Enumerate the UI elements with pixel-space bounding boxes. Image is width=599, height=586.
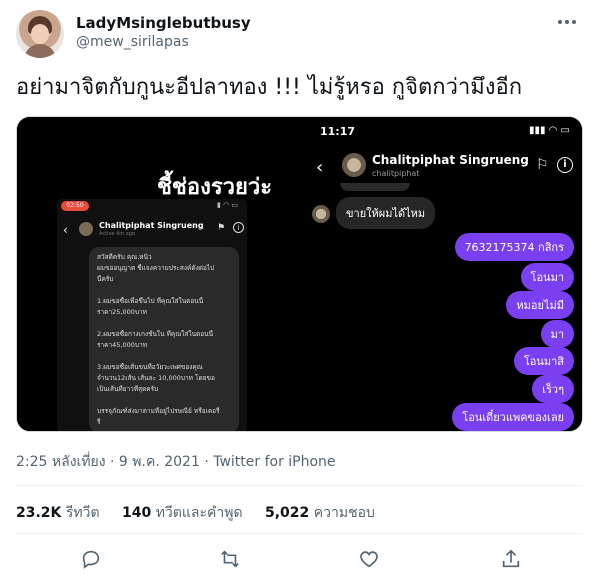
contact-avatar	[342, 153, 366, 177]
divider	[16, 485, 583, 486]
message-line: 3.ผมขอซื้อเส้นขนที่อวัยวะเพศของคุณ	[97, 363, 203, 371]
user-avatar[interactable]	[16, 10, 64, 58]
flag-icon: ⚐	[536, 157, 549, 173]
cutoff-message-bubble	[340, 183, 410, 191]
contact-name: Chalitpiphat Singrueng	[99, 221, 204, 230]
contact-status: Active 4m ago	[99, 231, 135, 237]
display-name[interactable]: LadyMsinglebutbusy	[76, 14, 251, 32]
tweet-header: LadyMsinglebutbusy @mew_sirilapas	[16, 10, 583, 58]
tweet-media[interactable]: ชี้ช่องรวยว่ะ 02:50 ▮ ◠ ▭ ‹ Chalitpiphat…	[16, 116, 583, 432]
message-line: 2.ผมขอซื้อกางเกงชั้นใน ที่คุณใส่ในตอนนี้	[97, 330, 214, 338]
sent-message: โอนมาสิ	[513, 347, 574, 375]
retweet-icon[interactable]	[218, 548, 242, 572]
likes-stat[interactable]: 5,022 ความชอบ	[265, 505, 375, 521]
received-avatar	[312, 205, 330, 223]
quotes-count: 140	[122, 505, 152, 521]
status-time: 11:17	[320, 125, 356, 138]
tweet-stats: 23.2K รีทวีต 140 ทวีตและคำพูด 5,022 ความ…	[16, 502, 393, 524]
contact-name: Chalitpiphat Singrueng	[372, 153, 529, 167]
sent-message: มา	[540, 320, 574, 348]
user-handle[interactable]: @mew_sirilapas	[76, 34, 189, 50]
message-line: ราคา25,000บาท	[97, 308, 147, 316]
inner-status-icons: ▮ ◠ ▭	[217, 201, 239, 209]
message-line	[97, 396, 231, 405]
divider	[16, 533, 583, 534]
heart-icon[interactable]	[358, 548, 382, 572]
contact-avatar	[79, 222, 93, 236]
tweet-actions	[16, 546, 583, 574]
share-icon[interactable]	[500, 548, 524, 572]
media-image-right[interactable]: 11:17 ▮▮▮ ◠ ▭ ‹ Chalitpiphat Singrueng c…	[302, 117, 582, 431]
message-line: ผมขออนุญาต ชี้แจงความประสงค์ดังต่อไป	[97, 264, 215, 272]
message-line: นี้ครับ	[97, 275, 114, 283]
reply-icon[interactable]	[80, 548, 104, 572]
message-line: 1.ผมขอซื้อเพื่อขึ้นไป ที่คุณใส่ในตอนนี้	[97, 297, 204, 305]
quotes-label: ทวีตและคำพูด	[155, 505, 243, 521]
retweets-stat[interactable]: 23.2K รีทวีต	[16, 505, 100, 521]
status-icons: ▮▮▮ ◠ ▭	[528, 125, 570, 136]
contact-handle: chalitpiphat	[372, 169, 420, 178]
message-line: รี่	[97, 418, 101, 426]
sent-message: 7632175374 กสิกร	[454, 233, 574, 261]
likes-count: 5,022	[265, 505, 310, 521]
message-line: สวัสดีครับ คุณ.หนิว	[97, 253, 152, 261]
retweets-label: รีทวีต	[65, 505, 100, 521]
inner-chat-header: ‹ Chalitpiphat Singrueng Active 4m ago ⚑…	[57, 217, 247, 243]
likes-label: ความชอบ	[313, 505, 375, 521]
sent-message: เร็วๆ	[532, 375, 574, 403]
message-line	[97, 319, 231, 328]
info-icon: i	[233, 222, 244, 233]
tweet-timestamp[interactable]: 2:25 หลังเที่ยง · 9 พ.ค. 2021 · Twitter …	[16, 451, 336, 473]
sent-message: หมอยไม่มี	[506, 291, 574, 319]
received-message: ขายให้ผมได้ไหม	[336, 197, 436, 229]
info-icon: i	[557, 157, 573, 173]
sent-message: โอนมา	[520, 263, 574, 291]
message-line	[97, 286, 231, 295]
long-message-bubble: สวัสดีครับ คุณ.หนิว ผมขออนุญาต ชี้แจงควา…	[89, 247, 239, 431]
message-line: ราคา45,000บาท	[97, 341, 147, 349]
message-line: บรรจุภัณฑ์ส่งมาตามที่อยู่ไปรษณีย์ หรือเค…	[97, 407, 220, 415]
media-image-left[interactable]: ชี้ช่องรวยว่ะ 02:50 ▮ ◠ ▭ ‹ Chalitpiphat…	[17, 117, 299, 431]
more-icon[interactable]	[557, 14, 577, 30]
retweets-count: 23.2K	[16, 505, 62, 521]
back-icon: ‹	[316, 157, 324, 178]
flag-icon: ⚑	[217, 223, 226, 233]
sent-message: โอนเดี๋ยวแพคของเลย	[452, 403, 574, 431]
tweet-text: อย่ามาจิตกับกูนะอีปลาทอง !!! ไม่รู้หรอ ก…	[16, 75, 523, 100]
quotes-stat[interactable]: 140 ทวีตและคำพูด	[122, 505, 243, 521]
message-line	[97, 352, 231, 361]
message-line: จำนวน12เส้น เส้นละ 10,000บาท โดยขอ	[97, 374, 215, 382]
recording-badge: 02:50	[61, 201, 89, 211]
back-icon: ‹	[63, 223, 68, 237]
message-line: เป็นเส้นที่ยาวที่สุดครับ	[97, 385, 159, 393]
